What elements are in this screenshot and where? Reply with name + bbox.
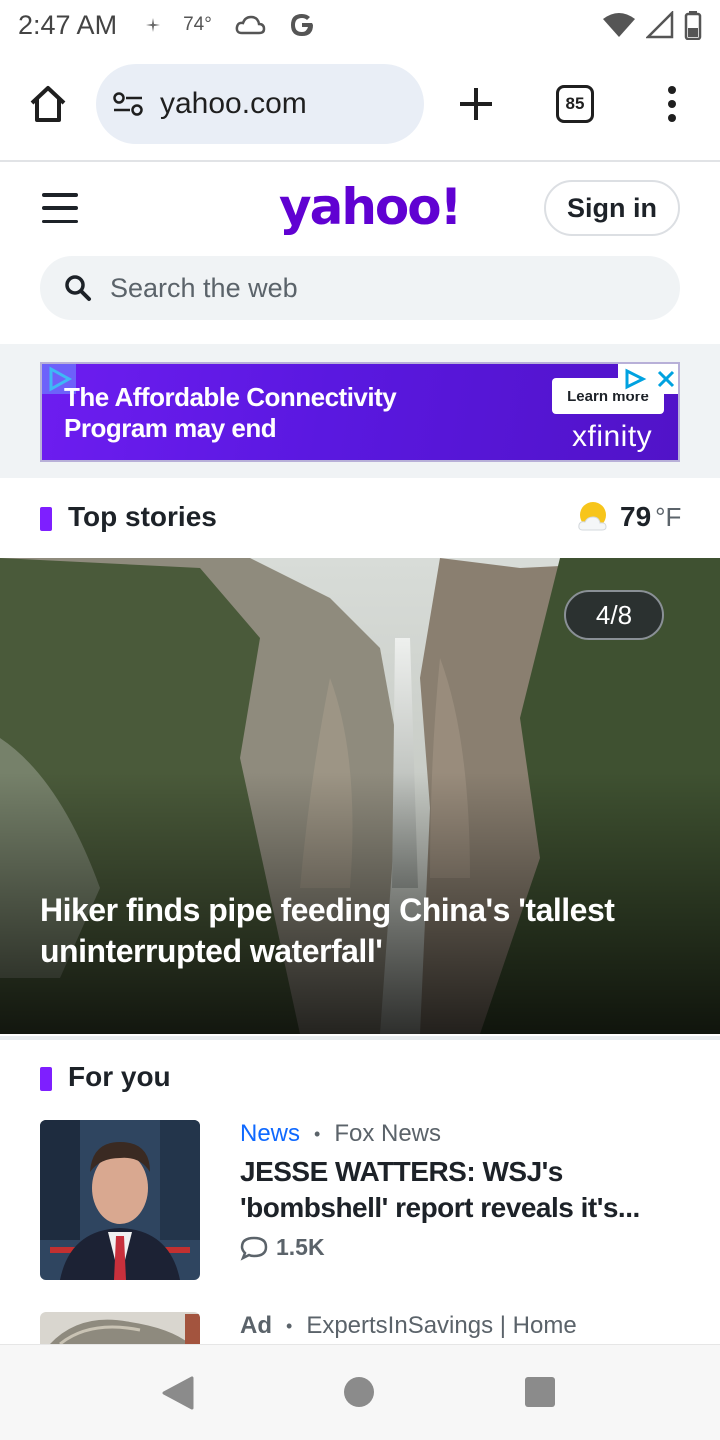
status-time: 2:47 AM: [18, 9, 118, 40]
menu-icon[interactable]: [42, 193, 78, 223]
adchoices-icon[interactable]: [623, 368, 647, 390]
hero-counter: 4/8: [564, 590, 664, 640]
address-bar[interactable]: yahoo.com: [96, 64, 424, 144]
for-you-title: For you: [68, 1061, 171, 1092]
back-icon[interactable]: [160, 1376, 194, 1410]
comment-count: 1.5K: [276, 1234, 325, 1260]
hero-headline[interactable]: Hiker finds pipe feeding China's 'talles…: [40, 890, 680, 972]
tab-switcher-button[interactable]: 85: [556, 85, 594, 123]
battery-icon: [684, 11, 702, 40]
ad-label: Ad: [240, 1312, 272, 1339]
section-divider: [0, 1036, 720, 1040]
story-meta: News • Fox News: [240, 1120, 441, 1148]
story-headline[interactable]: JESSE WATTERS: WSJ's 'bombshell' report …: [240, 1154, 680, 1226]
signal-icon: [646, 11, 674, 39]
story-comments[interactable]: 1.5K: [240, 1234, 325, 1261]
search-box[interactable]: [40, 256, 680, 320]
adchoices[interactable]: [618, 364, 678, 394]
status-temperature: 74°: [183, 14, 212, 35]
sparkle-icon: [146, 18, 161, 32]
sign-in-button[interactable]: Sign in: [544, 180, 680, 236]
weather-widget[interactable]: 79 °F: [576, 500, 681, 534]
meta-separator: •: [314, 1123, 321, 1144]
for-you-marker: [40, 1067, 52, 1091]
status-bar: 2:47 AM 74°: [0, 0, 720, 50]
weather-unit: °F: [655, 501, 682, 532]
site-settings-icon[interactable]: [112, 92, 144, 116]
ad-meta: Ad • ExpertsInSavings | Home: [240, 1312, 577, 1340]
ad-banner[interactable]: The Affordable Connectivity Program may …: [40, 362, 680, 462]
close-ad-icon[interactable]: [656, 369, 676, 389]
partly-sunny-icon: [578, 502, 607, 531]
meta-separator: •: [286, 1315, 293, 1336]
home-nav-icon[interactable]: [344, 1377, 374, 1407]
story-source: Fox News: [334, 1120, 442, 1147]
search-input[interactable]: [110, 272, 630, 304]
browser-divider: [0, 160, 720, 162]
search-icon: [65, 275, 91, 301]
cloud-icon: [235, 15, 266, 35]
url-text: yahoo.com: [160, 87, 307, 120]
wifi-icon: [603, 13, 635, 37]
weather-temp: 79: [620, 501, 652, 532]
recents-icon[interactable]: [525, 1377, 555, 1407]
ad-brand-logo: xfinity: [572, 420, 653, 453]
browser-toolbar: yahoo.com 85: [0, 62, 720, 148]
ad-thumbnail[interactable]: [40, 1312, 200, 1344]
more-vert-icon[interactable]: [662, 84, 682, 124]
google-g-icon: [290, 14, 313, 36]
top-stories-marker: [40, 507, 52, 531]
story-thumbnail[interactable]: [40, 1120, 200, 1280]
hero-story[interactable]: 4/8 Hiker finds pipe feeding China's 'ta…: [0, 558, 720, 1034]
ad-source[interactable]: ExpertsInSavings | Home: [306, 1312, 576, 1340]
status-icons-left: 74°: [145, 11, 316, 39]
comment-icon: [240, 1236, 268, 1261]
status-icons-right: [602, 10, 702, 40]
story-category[interactable]: News: [240, 1120, 300, 1148]
android-nav-bar: [0, 1344, 720, 1440]
home-icon[interactable]: [28, 84, 68, 124]
top-stories-title: Top stories: [68, 501, 217, 532]
yahoo-logo[interactable]: yahoo!: [279, 178, 462, 236]
ad-headline: The Affordable Connectivity Program may …: [64, 382, 397, 443]
plus-icon[interactable]: [456, 84, 496, 124]
